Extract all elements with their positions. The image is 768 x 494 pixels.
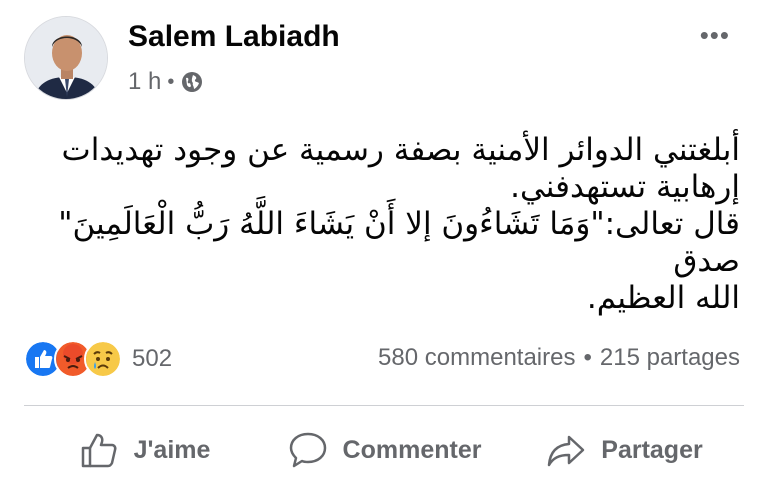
post-actions: J'aime Commenter Partager xyxy=(24,420,744,480)
share-button[interactable]: Partager xyxy=(504,420,744,480)
like-label: J'aime xyxy=(133,435,211,464)
sad-icon xyxy=(84,340,122,378)
post-meta: 1 h • xyxy=(128,68,204,96)
comment-button[interactable]: Commenter xyxy=(264,420,504,480)
thumbs-up-icon xyxy=(81,433,117,468)
engagement-counts: 580 commentaires • 215 partages xyxy=(378,344,740,372)
post-header: Salem Labiadh 1 h • ••• xyxy=(24,16,744,100)
stats-separator: • xyxy=(583,344,592,371)
globe-icon[interactable] xyxy=(180,70,204,94)
post-text-line: إرهابية تستهدفني. xyxy=(510,169,740,205)
more-options-button[interactable]: ••• xyxy=(700,20,730,51)
post-stats: 502 580 commentaires • 215 partages xyxy=(24,336,744,380)
reaction-count: 502 xyxy=(132,345,173,372)
comment-label: Commenter xyxy=(342,435,482,464)
meta-separator: • xyxy=(167,70,175,93)
profile-photo xyxy=(25,17,107,99)
post-author[interactable]: Salem Labiadh xyxy=(128,20,340,54)
post-text-line: قال تعالى:"وَمَا تَشَاءُونَ إلا أَنْ يَش… xyxy=(58,206,740,279)
divider xyxy=(24,405,744,406)
shares-count[interactable]: 215 partages xyxy=(600,344,740,372)
post-body: أبلغتني الدوائر الأمنية بصفة رسمية عن وج… xyxy=(40,132,740,317)
post-time[interactable]: 1 h xyxy=(128,68,161,96)
avatar[interactable] xyxy=(24,16,108,100)
post-text-line: أبلغتني الدوائر الأمنية بصفة رسمية عن وج… xyxy=(61,132,740,168)
reactions-summary[interactable]: 502 xyxy=(24,340,172,378)
share-icon xyxy=(548,435,585,467)
comment-icon xyxy=(289,432,326,468)
post-text-line: الله العظيم. xyxy=(586,280,740,316)
like-button[interactable]: J'aime xyxy=(24,420,264,480)
share-label: Partager xyxy=(601,435,703,464)
comments-count[interactable]: 580 commentaires xyxy=(378,344,575,372)
